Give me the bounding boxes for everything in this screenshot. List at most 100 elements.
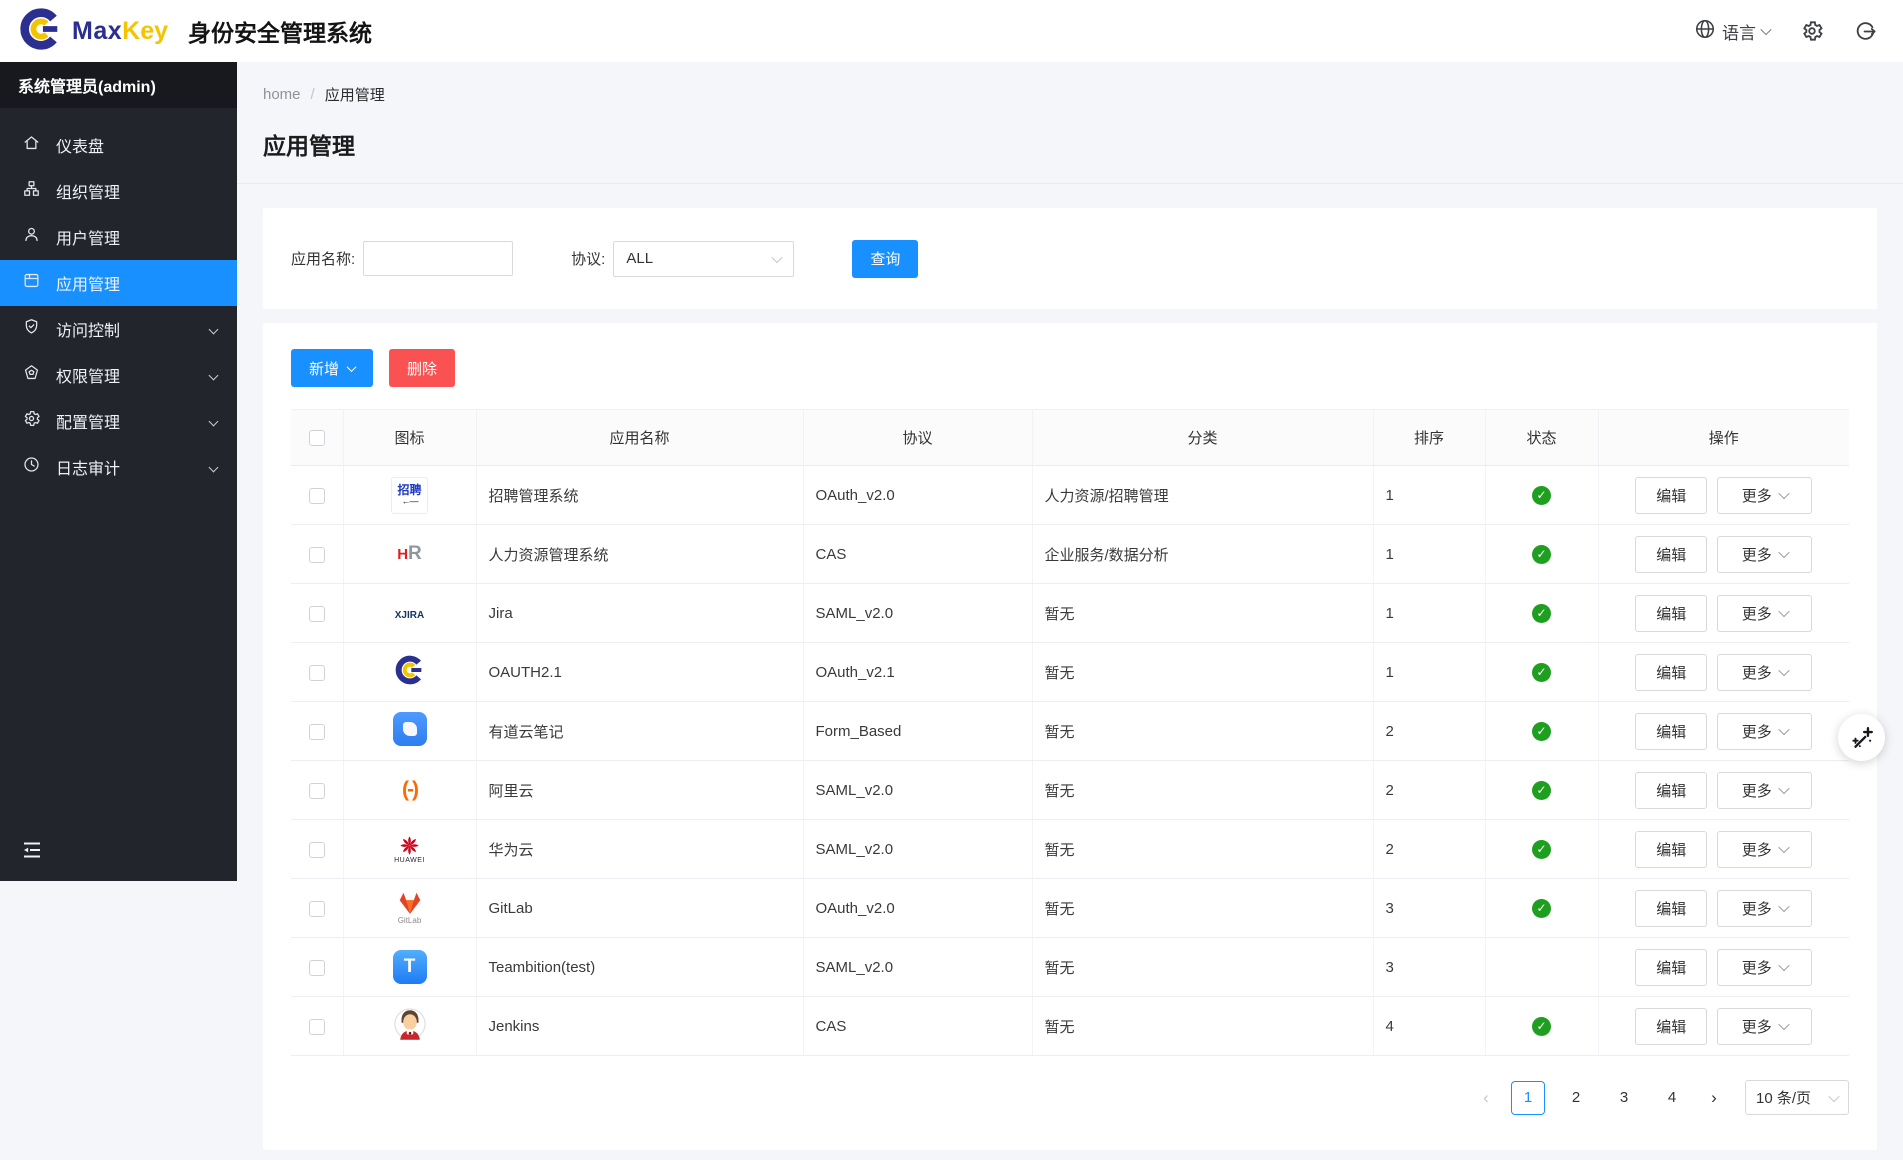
sort-cell: 3	[1373, 938, 1485, 997]
chevron-down-icon	[347, 362, 357, 372]
category-cell: 企业服务/数据分析	[1032, 525, 1373, 584]
page-button-3[interactable]: 3	[1607, 1081, 1641, 1115]
sidebar-item-5[interactable]: 访问控制	[0, 306, 237, 352]
edit-button[interactable]: 编辑	[1635, 595, 1707, 632]
table-row: HR人力资源管理系统CAS企业服务/数据分析1✓编辑更多	[291, 525, 1849, 584]
sort-cell: 1	[1373, 466, 1485, 525]
actions-cell: 编辑更多	[1598, 938, 1849, 997]
breadcrumb-current: 应用管理	[325, 84, 385, 105]
app-name-cell: 有道云笔记	[476, 702, 803, 761]
chevron-down-icon	[1778, 665, 1789, 676]
sidebar-item-6[interactable]: 权限管理	[0, 352, 237, 398]
edit-button[interactable]: 编辑	[1635, 654, 1707, 691]
sidebar-item-2[interactable]: 组织管理	[0, 168, 237, 214]
protocol-select[interactable]: ALL	[613, 241, 794, 277]
row-checkbox[interactable]	[309, 724, 325, 740]
sort-cell: 1	[1373, 584, 1485, 643]
status-cell: ✓	[1485, 466, 1598, 525]
protocol-cell: OAuth_v2.0	[803, 879, 1032, 938]
sidebar-item-label: 配置管理	[56, 409, 120, 433]
row-checkbox[interactable]	[309, 783, 325, 799]
page-button-1[interactable]: 1	[1511, 1081, 1545, 1115]
protocol-cell: OAuth_v2.0	[803, 466, 1032, 525]
edit-button[interactable]: 编辑	[1635, 949, 1707, 986]
sidebar-collapse-icon[interactable]	[20, 838, 44, 867]
brand-key: Key	[122, 17, 168, 45]
more-button[interactable]: 更多	[1717, 713, 1812, 750]
row-checkbox[interactable]	[309, 547, 325, 563]
table-body: 招聘←—招聘管理系统OAuth_v2.0人力资源/招聘管理1✓编辑更多HR人力资…	[291, 466, 1849, 1056]
sidebar-item-4[interactable]: 应用管理	[0, 260, 237, 306]
select-all-checkbox[interactable]	[309, 430, 325, 446]
status-cell: ✓	[1485, 820, 1598, 879]
more-button[interactable]: 更多	[1717, 890, 1812, 927]
app-name-cell: 华为云	[476, 820, 803, 879]
status-cell	[1485, 938, 1598, 997]
app-name-label: 应用名称:	[291, 248, 355, 269]
app-name-input[interactable]	[363, 241, 513, 276]
page-button-4[interactable]: 4	[1655, 1081, 1689, 1115]
sidebar-item-1[interactable]: 仪表盘	[0, 122, 237, 168]
add-button[interactable]: 新增	[291, 349, 373, 387]
row-checkbox[interactable]	[309, 488, 325, 504]
edit-button[interactable]: 编辑	[1635, 536, 1707, 573]
page-size-select[interactable]: 10 条/页	[1745, 1080, 1849, 1115]
edit-button[interactable]: 编辑	[1635, 890, 1707, 927]
edit-button[interactable]: 编辑	[1635, 831, 1707, 868]
column-header: 应用名称	[476, 410, 803, 466]
status-cell: ✓	[1485, 525, 1598, 584]
delete-button[interactable]: 删除	[389, 349, 455, 387]
page-button-2[interactable]: 2	[1559, 1081, 1593, 1115]
more-button[interactable]: 更多	[1717, 772, 1812, 809]
status-cell: ✓	[1485, 702, 1598, 761]
sidebar-item-8[interactable]: 日志审计	[0, 444, 237, 490]
row-checkbox[interactable]	[309, 606, 325, 622]
logout-button[interactable]	[1854, 20, 1877, 43]
sidebar-item-label: 日志审计	[56, 455, 120, 479]
prev-page-button[interactable]: ‹	[1471, 1082, 1501, 1114]
row-checkbox[interactable]	[309, 842, 325, 858]
row-checkbox[interactable]	[309, 901, 325, 917]
category-cell: 暂无	[1032, 938, 1373, 997]
row-checkbox[interactable]	[309, 665, 325, 681]
sidebar-item-7[interactable]: 配置管理	[0, 398, 237, 444]
app-name-cell: 阿里云	[476, 761, 803, 820]
edit-button[interactable]: 编辑	[1635, 713, 1707, 750]
sidebar-item-label: 应用管理	[56, 271, 120, 295]
more-button[interactable]: 更多	[1717, 536, 1812, 573]
chevron-down-icon	[1778, 1019, 1789, 1030]
breadcrumb-separator: /	[311, 86, 315, 103]
sort-cell: 2	[1373, 820, 1485, 879]
search-panel: 应用名称: 协议: ALL 查询	[263, 208, 1877, 309]
actions-cell: 编辑更多	[1598, 584, 1849, 643]
more-button[interactable]: 更多	[1717, 477, 1812, 514]
magic-wand-floating-button[interactable]	[1838, 714, 1885, 761]
language-label: 语言	[1722, 19, 1756, 44]
edit-button[interactable]: 编辑	[1635, 772, 1707, 809]
category-cell: 暂无	[1032, 879, 1373, 938]
search-button[interactable]: 查询	[852, 240, 918, 278]
app-name-cell: OAUTH2.1	[476, 643, 803, 702]
more-button[interactable]: 更多	[1717, 595, 1812, 632]
sort-cell: 1	[1373, 643, 1485, 702]
next-page-button[interactable]: ›	[1699, 1082, 1729, 1114]
chevron-down-icon	[209, 416, 219, 426]
sidebar-item-label: 仪表盘	[56, 133, 104, 157]
edit-button[interactable]: 编辑	[1635, 477, 1707, 514]
app-name-cell: Jira	[476, 584, 803, 643]
sort-cell: 2	[1373, 702, 1485, 761]
protocol-cell: OAuth_v2.1	[803, 643, 1032, 702]
more-button[interactable]: 更多	[1717, 831, 1812, 868]
edit-button[interactable]: 编辑	[1635, 1008, 1707, 1045]
more-button[interactable]: 更多	[1717, 1008, 1812, 1045]
more-button[interactable]: 更多	[1717, 949, 1812, 986]
language-menu[interactable]: 语言	[1694, 18, 1770, 45]
category-cell: 暂无	[1032, 584, 1373, 643]
more-button[interactable]: 更多	[1717, 654, 1812, 691]
sidebar-item-3[interactable]: 用户管理	[0, 214, 237, 260]
settings-button[interactable]	[1800, 19, 1824, 43]
breadcrumb-home-link[interactable]: home	[263, 86, 301, 103]
sort-cell: 1	[1373, 525, 1485, 584]
row-checkbox[interactable]	[309, 960, 325, 976]
row-checkbox[interactable]	[309, 1019, 325, 1035]
